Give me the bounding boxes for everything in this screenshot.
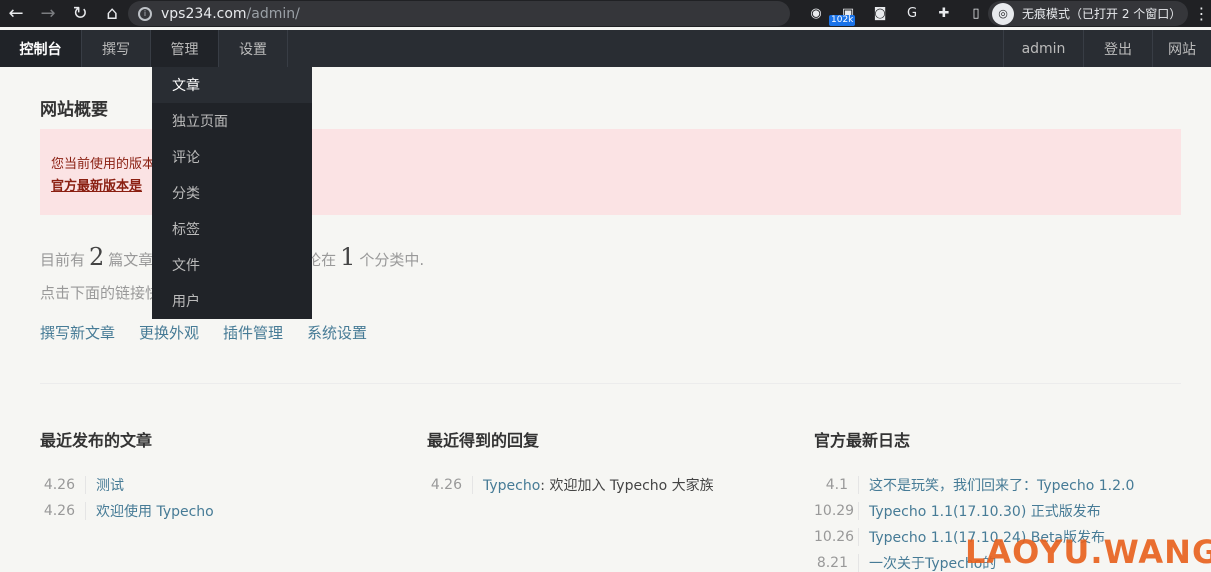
nav-user[interactable]: admin — [1003, 30, 1083, 67]
nav-console[interactable]: 控制台 — [0, 30, 82, 67]
recent-replies-title: 最近得到的回复 — [427, 431, 540, 450]
dropdown-item-categories[interactable]: 分类 — [152, 175, 312, 211]
post-link[interactable]: 欢迎使用 Typecho — [96, 501, 214, 521]
list-item: 4.26 Typecho: 欢迎加入 Typecho 大家族 — [427, 472, 714, 498]
shortcut-themes[interactable]: 更换外观 — [139, 322, 199, 343]
log-date: 4.1 — [814, 476, 859, 494]
post-date: 4.26 — [40, 502, 86, 520]
url-path: /admin/ — [246, 5, 300, 22]
stats-suffix: 个分类中. — [359, 251, 425, 269]
page-title: 网站概要 — [40, 100, 108, 120]
reply-text: : 欢迎加入 Typecho 大家族 — [540, 478, 714, 494]
posts-count: 2 — [89, 243, 105, 271]
back-icon[interactable]: ← — [0, 0, 32, 27]
list-item: 10.29 Typecho 1.1(17.10.30) 正式版发布 — [814, 498, 1134, 524]
nav-site[interactable]: 网站 — [1152, 30, 1211, 67]
dropdown-item-pages[interactable]: 独立页面 — [152, 103, 312, 139]
url-host: vps234.com — [161, 5, 247, 22]
nav-logout[interactable]: 登出 — [1083, 30, 1152, 67]
recent-posts-section: 最近发布的文章 4.26 测试 4.26 欢迎使用 Typecho — [40, 427, 214, 524]
reply-author-link[interactable]: Typecho — [483, 478, 540, 494]
dropdown-item-tags[interactable]: 标签 — [152, 211, 312, 247]
list-item: 4.1 这不是玩笑，我们回来了：Typecho 1.2.0 — [814, 472, 1134, 498]
log-date: 10.26 — [814, 528, 859, 546]
dropdown-item-posts[interactable]: 文章 — [152, 67, 312, 103]
alert-current-version: 您当前使用的版本 — [51, 157, 156, 172]
incognito-indicator[interactable]: ◎ 无痕模式（已打开 2 个窗口） — [988, 1, 1188, 26]
extension-icon[interactable]: ◉ — [800, 0, 832, 27]
dropdown-item-users[interactable]: 用户 — [152, 283, 312, 319]
forward-icon[interactable]: → — [32, 0, 64, 27]
recent-posts-title: 最近发布的文章 — [40, 431, 153, 450]
shortcut-new-post[interactable]: 撰写新文章 — [40, 322, 115, 343]
log-link[interactable]: Typecho 1.1(17.10.30) 正式版发布 — [869, 501, 1101, 521]
list-item: 4.26 欢迎使用 Typecho — [40, 498, 214, 524]
section-divider — [40, 383, 1181, 384]
camera-icon[interactable]: ◙ — [864, 0, 896, 27]
reply-entry: Typecho: 欢迎加入 Typecho 大家族 — [483, 475, 714, 495]
official-log-title: 官方最新日志 — [814, 431, 911, 450]
log-date: 8.21 — [814, 554, 859, 572]
shortcut-plugins[interactable]: 插件管理 — [223, 322, 283, 343]
extension-badge: 102k — [829, 15, 856, 26]
reply-date: 4.26 — [427, 476, 473, 494]
watermark: LAOYU.WANG — [965, 533, 1211, 571]
dropdown-item-files[interactable]: 文件 — [152, 247, 312, 283]
recent-replies-section: 最近得到的回复 4.26 Typecho: 欢迎加入 Typecho 大家族 — [427, 427, 714, 498]
log-link[interactable]: 这不是玩笑，我们回来了：Typecho 1.2.0 — [869, 475, 1134, 495]
post-date: 4.26 — [40, 476, 86, 494]
nav-manage[interactable]: 管理 — [151, 30, 219, 67]
incognito-label: 无痕模式（已打开 2 个窗口） — [1022, 7, 1182, 21]
site-info-icon[interactable]: i — [138, 6, 152, 21]
log-date: 10.29 — [814, 502, 859, 520]
puzzle-icon[interactable]: ✚ — [928, 0, 960, 27]
list-item: 4.26 测试 — [40, 472, 214, 498]
dropdown-item-comments[interactable]: 评论 — [152, 139, 312, 175]
nav-write[interactable]: 撰写 — [82, 30, 151, 67]
translate-icon[interactable]: G — [896, 0, 928, 27]
reload-icon[interactable]: ↻ — [64, 0, 96, 27]
nav-settings[interactable]: 设置 — [219, 30, 288, 67]
address-bar[interactable]: i vps234.com/admin/ — [128, 1, 790, 26]
shortcut-settings[interactable]: 系统设置 — [307, 322, 367, 343]
incognito-icon: ◎ — [992, 2, 1014, 25]
stats-prefix: 目前有 — [40, 251, 86, 269]
post-link[interactable]: 测试 — [96, 475, 124, 495]
browser-toolbar: ← → ↻ ⌂ i vps234.com/admin/ ◉ ▣ ◙ G ✚ ▯ … — [0, 0, 1211, 27]
manage-dropdown: 文章 独立页面 评论 分类 标签 文件 用户 — [152, 67, 312, 319]
home-icon[interactable]: ⌂ — [96, 0, 128, 27]
menu-icon[interactable]: ⋮ — [1192, 0, 1211, 27]
shortcut-links: 撰写新文章 更换外观 插件管理 系统设置 — [40, 322, 367, 343]
admin-navbar: 控制台 撰写 管理 设置 admin 登出 网站 — [0, 30, 1211, 67]
alert-latest-version-link[interactable]: 官方最新版本是 — [51, 175, 142, 194]
categories-count: 1 — [340, 243, 356, 271]
